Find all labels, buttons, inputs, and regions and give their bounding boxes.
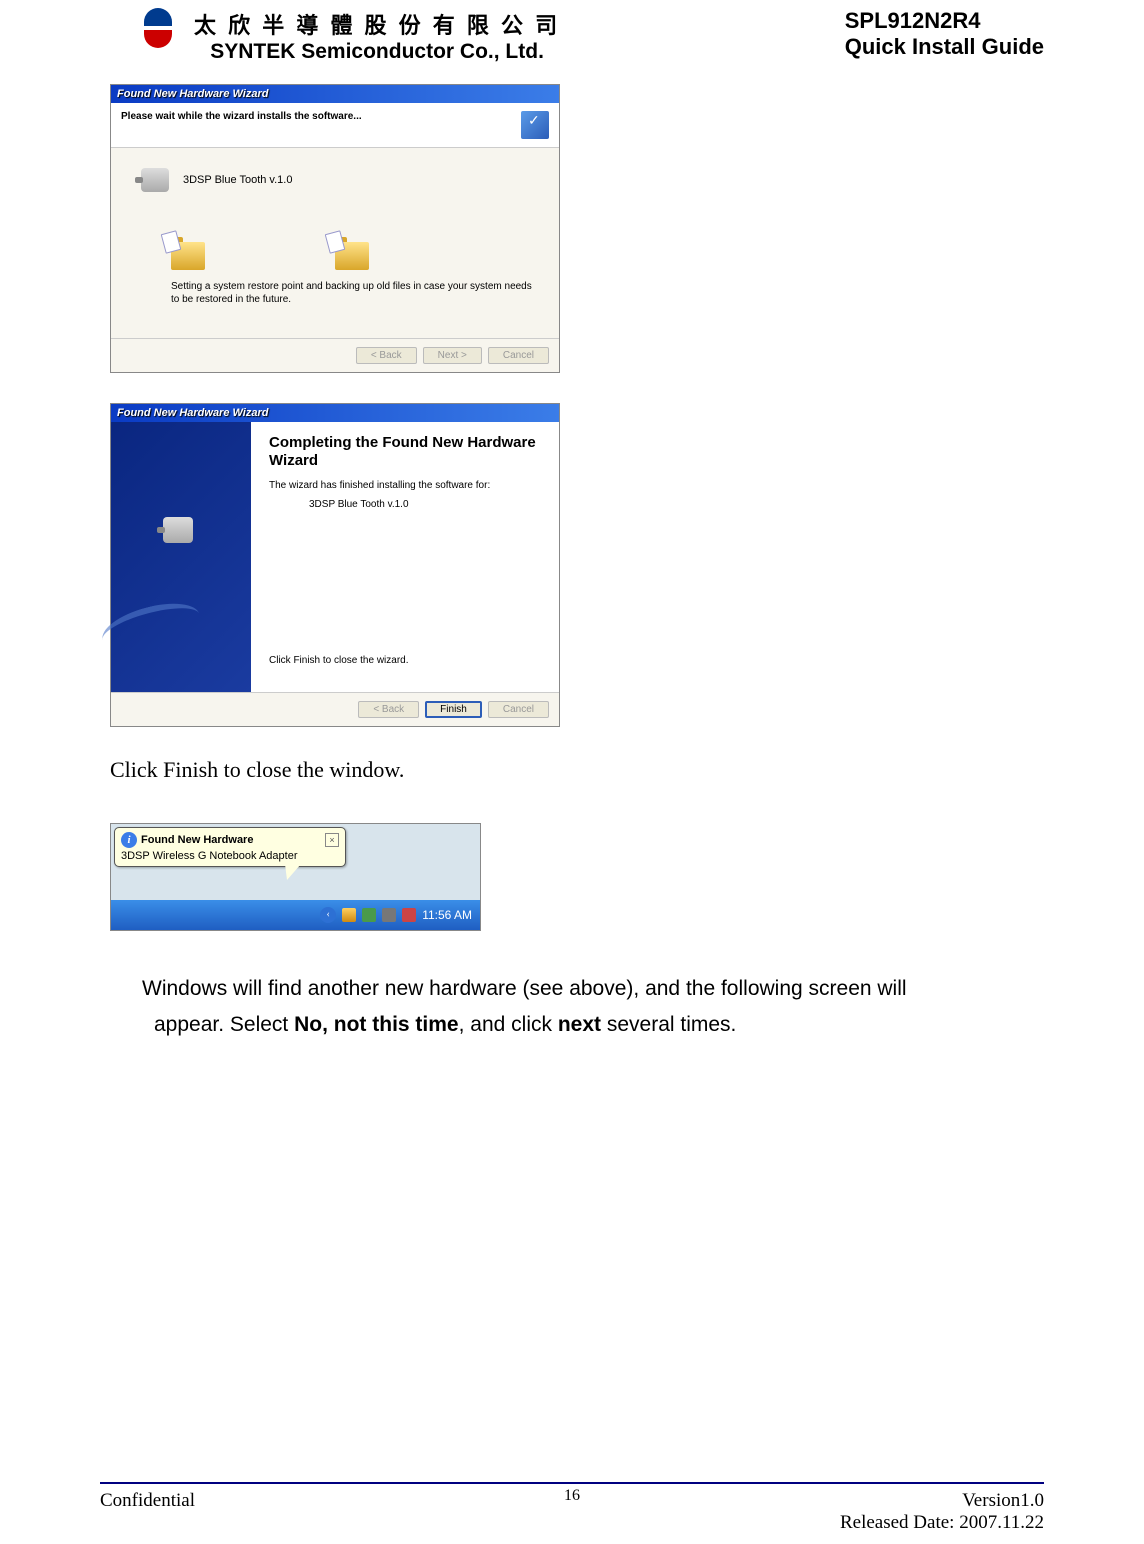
wizard2-titlebar: Found New Hardware Wizard <box>111 404 559 422</box>
wizard2-click: Click Finish to close the wizard. <box>269 655 541 666</box>
balloon-top: i Found New Hardware × <box>121 832 339 848</box>
install-row: 3DSP Blue Tooth v.1.0 <box>141 168 539 192</box>
wizard2-body: Completing the Found New Hardware Wizard… <box>111 422 559 692</box>
header-left: 太 欣 半 導 體 股 份 有 限 公 司 SYNTEK Semiconduct… <box>130 8 560 64</box>
tray-expand-icon[interactable]: ‹ <box>320 907 336 923</box>
wizard1-body: 3DSP Blue Tooth v.1.0 Setting a system r… <box>111 148 559 338</box>
syntek-logo-icon <box>130 8 186 48</box>
folder-row <box>171 242 539 270</box>
wizard2-heading: Completing the Found New Hardware Wizard <box>269 434 541 470</box>
info-icon: i <box>121 832 137 848</box>
para-bold2: next <box>558 1013 601 1036</box>
restore-text: Setting a system restore point and backi… <box>171 280 539 306</box>
wizard1-device: 3DSP Blue Tooth v.1.0 <box>183 174 292 186</box>
content: Found New Hardware Wizard Please wait wh… <box>0 64 1144 1042</box>
wizard1-buttons: < Back Next > Cancel <box>111 338 559 372</box>
wizard2-sidebar <box>111 422 251 692</box>
balloon-message: 3DSP Wireless G Notebook Adapter <box>121 850 339 862</box>
wizard1-subheader: Please wait while the wizard installs th… <box>111 103 559 148</box>
cancel-button[interactable]: Cancel <box>488 701 549 718</box>
wizard1-window: Found New Hardware Wizard Please wait wh… <box>110 84 560 373</box>
page-header: 太 欣 半 導 體 股 份 有 限 公 司 SYNTEK Semiconduct… <box>0 0 1144 64</box>
footer-line <box>100 1482 1044 1484</box>
wizard2-complete: The wizard has finished installing the s… <box>269 480 541 491</box>
instruction-para: Windows will find another new hardware (… <box>110 971 1044 1042</box>
company-name-cn: 太 欣 半 導 體 股 份 有 限 公 司 <box>194 8 560 40</box>
guide-title: Quick Install Guide <box>845 34 1044 60</box>
tray-icon[interactable] <box>382 908 396 922</box>
connector-icon <box>163 517 193 543</box>
caption-finish: Click Finish to close the window. <box>110 757 1044 783</box>
next-button[interactable]: Next > <box>423 347 482 364</box>
footer-release: Released Date: 2007.11.22 <box>840 1512 1044 1534</box>
balloon-title: Found New Hardware <box>141 834 321 846</box>
folder-source-icon <box>171 242 205 270</box>
page-icon <box>161 230 182 253</box>
wizard2-buttons: < Back Finish Cancel <box>111 692 559 726</box>
balloon: i Found New Hardware × 3DSP Wireless G N… <box>114 827 346 867</box>
company-name-en: SYNTEK Semiconductor Co., Ltd. <box>194 40 560 64</box>
wizard2-window: Found New Hardware Wizard Completing the… <box>110 403 560 727</box>
back-button[interactable]: < Back <box>358 701 419 718</box>
tray-clock: 11:56 AM <box>422 908 472 922</box>
finish-button[interactable]: Finish <box>425 701 482 718</box>
company-block: 太 欣 半 導 體 股 份 有 限 公 司 SYNTEK Semiconduct… <box>194 8 560 64</box>
para-line2-pre: appear. Select <box>154 1013 294 1036</box>
tray-container: i Found New Hardware × 3DSP Wireless G N… <box>110 823 481 931</box>
balloon-close-button[interactable]: × <box>325 833 339 847</box>
para-bold1: No, not this time <box>294 1013 459 1036</box>
tray-icon[interactable] <box>342 908 356 922</box>
tray-icon[interactable] <box>402 908 416 922</box>
para-mid: , and click <box>459 1013 558 1036</box>
back-button[interactable]: < Back <box>356 347 417 364</box>
header-right: SPL912N2R4 Quick Install Guide <box>845 8 1044 64</box>
para-tail: several times. <box>601 1013 736 1036</box>
wizard2-main: Completing the Found New Hardware Wizard… <box>251 422 559 692</box>
product-code: SPL912N2R4 <box>845 8 1044 34</box>
connector-icon <box>141 168 169 192</box>
tray-icon[interactable] <box>362 908 376 922</box>
wizard2-device: 3DSP Blue Tooth v.1.0 <box>309 499 541 510</box>
hardware-chip-icon <box>521 111 549 139</box>
cancel-button[interactable]: Cancel <box>488 347 549 364</box>
footer: Confidential 16 Version1.0 Released Date… <box>100 1490 1044 1534</box>
para-line1: Windows will find another new hardware (… <box>142 977 907 1000</box>
swoosh-icon <box>98 595 205 660</box>
wizard1-titlebar: Found New Hardware Wizard <box>111 85 559 103</box>
wizard1-subtext: Please wait while the wizard installs th… <box>121 111 362 122</box>
footer-page: 16 <box>100 1487 1044 1505</box>
taskbar: ‹ 11:56 AM <box>111 900 480 930</box>
folder-dest-icon <box>335 242 369 270</box>
page-icon <box>325 230 346 253</box>
